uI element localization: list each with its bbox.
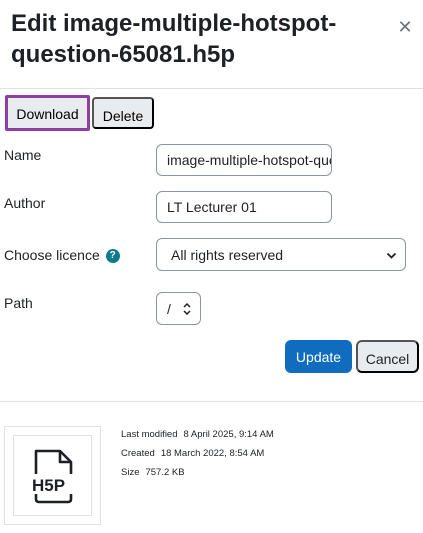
download-button[interactable]: Download: [5, 95, 90, 131]
licence-select-value: All rights reserved: [171, 246, 284, 263]
close-icon[interactable]: ✕: [396, 18, 414, 36]
file-thumbnail: H5P: [4, 426, 101, 525]
size-row: Size 757.2 KB: [121, 467, 185, 478]
help-icon[interactable]: ?: [105, 249, 120, 264]
sort-arrows-icon: [183, 302, 191, 316]
created-row: Created 18 March 2022, 8:54 AM: [121, 448, 264, 459]
path-select-value: /: [167, 300, 171, 317]
name-input[interactable]: image-multiple-hotspot-question-65081.h5…: [156, 144, 332, 176]
author-label: Author: [4, 195, 46, 211]
name-label: Name: [4, 147, 42, 163]
last-modified-value: 8 April 2025, 9:14 AM: [183, 429, 274, 440]
size-label: Size: [121, 467, 140, 478]
footer-divider: [0, 401, 423, 402]
licence-select[interactable]: All rights reserved: [156, 238, 406, 271]
size-value: 757.2 KB: [145, 467, 185, 478]
h5p-file-icon: H5P: [30, 449, 74, 504]
created-label: Created: [121, 448, 155, 459]
licence-label-group: Choose licence?: [4, 247, 120, 264]
update-button[interactable]: Update: [285, 340, 352, 373]
path-select[interactable]: /: [156, 292, 201, 325]
last-modified-row: Last modified 8 April 2025, 9:14 AM: [121, 429, 274, 440]
licence-label: Choose licence: [4, 247, 100, 263]
thumbnail-frame: H5P: [13, 435, 92, 516]
path-label: Path: [4, 295, 33, 311]
author-input-value: LT Lecturer 01: [167, 199, 257, 215]
header-divider: [0, 88, 423, 89]
name-input-value: image-multiple-hotspot-question-65081.h5…: [167, 152, 331, 168]
cancel-button[interactable]: Cancel: [356, 340, 419, 373]
last-modified-label: Last modified: [121, 429, 178, 440]
svg-text:H5P: H5P: [32, 476, 65, 495]
dialog-title: Edit image-multiple-hotspot-question-650…: [11, 10, 337, 68]
chevron-down-icon: [386, 252, 397, 259]
author-input[interactable]: LT Lecturer 01: [156, 191, 332, 223]
delete-button[interactable]: Delete: [92, 97, 154, 129]
created-value: 18 March 2022, 8:54 AM: [160, 448, 265, 459]
